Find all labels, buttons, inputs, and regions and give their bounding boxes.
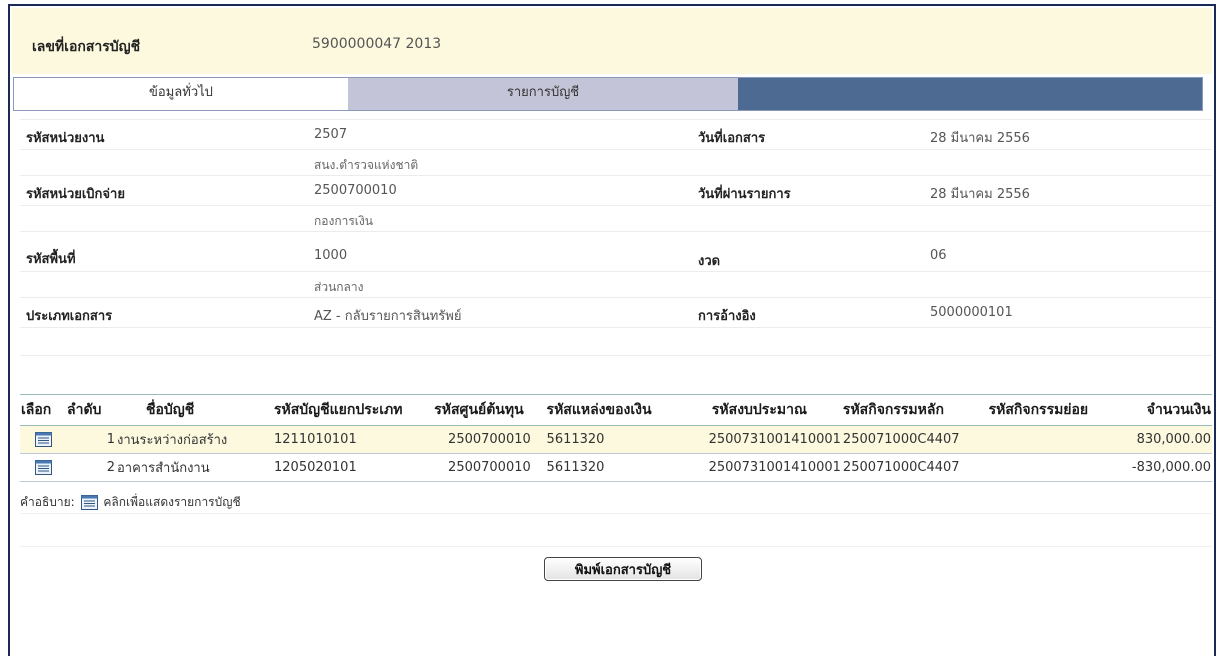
legend-prefix: คำอธิบาย:	[20, 495, 75, 509]
column-header-sub-activity: รหัสกิจกรรมย่อย	[987, 394, 1113, 426]
select-cell	[20, 425, 66, 454]
fund-source-cell: 5611320	[545, 453, 677, 482]
main-frame: เลขที่เอกสารบัญชี 5900000047 2013 ข้อมูล…	[8, 4, 1216, 656]
legend: คำอธิบาย: คลิกเพื่อแสดงรายการบัญชี	[20, 493, 241, 512]
order-cell: 2	[66, 453, 116, 482]
info-row-disbursing: รหัสหน่วยเบิกจ่าย 2500700010 วันที่ผ่านร…	[20, 175, 1212, 205]
tab-general-info[interactable]: ข้อมูลทั่วไป	[14, 78, 348, 110]
document-list-icon	[80, 495, 98, 510]
sub-activity-cell	[987, 453, 1113, 482]
column-header-cost-center: รหัสศูนย์ต้นทุน	[433, 394, 546, 426]
period-value: 06	[930, 248, 947, 263]
disbursing-unit-label: รหัสหน่วยเบิกจ่าย	[26, 187, 125, 202]
budget-code-cell: 2500731001410001	[676, 453, 842, 482]
main-activity-cell: 250071000C4407	[841, 453, 988, 482]
document-list-icon[interactable]	[34, 432, 52, 447]
info-row-agency: รหัสหน่วยงาน 2507 วันที่เอกสาร 28 มีนาคม…	[20, 119, 1212, 149]
account-name-cell: อาคารสำนักงาน	[116, 453, 273, 482]
info-row-disbursing-name: กองการเงิน	[20, 205, 1212, 231]
divider	[20, 513, 1212, 514]
document-date-value: 28 มีนาคม 2556	[930, 131, 1030, 146]
main-activity-cell: 250071000C4407	[841, 425, 988, 454]
table-header-row: เลือก ลำดับ ชื่อบัญชี รหัสบัญชีแยกประเภท…	[20, 394, 1212, 426]
period-label: งวด	[698, 254, 721, 269]
info-row-doc-type: ประเภทเอกสาร AZ - กลับรายการสินทรัพย์ กา…	[20, 297, 1212, 327]
posting-date-label: วันที่ผ่านรายการ	[698, 187, 791, 202]
document-number-label: เลขที่เอกสารบัญชี	[32, 39, 141, 55]
document-type-value: AZ - กลับรายการสินทรัพย์	[314, 309, 462, 324]
budget-code-cell: 2500731001410001	[676, 425, 842, 454]
info-row-area-name: ส่วนกลาง	[20, 271, 1212, 297]
area-code-value: 1000	[314, 248, 348, 263]
column-header-amount: จำนวนเงิน	[1112, 394, 1212, 426]
reference-value: 5000000101	[930, 305, 1013, 320]
amount-cell: -830,000.00	[1112, 453, 1212, 482]
disbursing-unit-code: 2500700010	[314, 183, 397, 198]
column-header-budget-code: รหัสงบประมาณ	[676, 394, 842, 426]
column-header-fund-source: รหัสแหล่งของเงิน	[545, 394, 677, 426]
document-date-label: วันที่เอกสาร	[698, 131, 766, 146]
agency-code-value: 2507	[314, 127, 348, 142]
tab-bar: ข้อมูลทั่วไป รายการบัญชี	[13, 77, 1203, 111]
info-row-empty	[20, 327, 1212, 355]
amount-cell: 830,000.00	[1112, 425, 1212, 454]
print-document-button[interactable]: พิมพ์เอกสารบัญชี	[544, 557, 702, 581]
column-header-select: เลือก	[20, 394, 66, 426]
gl-code-cell: 1205020101	[273, 453, 434, 482]
tab-account-items[interactable]: รายการบัญชี	[348, 78, 738, 110]
area-name-value: ส่วนกลาง	[314, 280, 364, 294]
table-row: 1 งานระหว่างก่อสร้าง 1211010101 25007000…	[20, 425, 1212, 454]
agency-code-label: รหัสหน่วยงาน	[26, 131, 105, 146]
info-panel-bottom-border	[20, 355, 1212, 356]
document-number-value: 5900000047 2013	[312, 36, 442, 52]
reference-label: การอ้างอิง	[698, 309, 756, 324]
info-row-agency-name: สนง.ตำรวจแห่งชาติ	[20, 149, 1212, 175]
divider	[20, 546, 1212, 547]
column-header-order: ลำดับ	[66, 394, 116, 426]
sub-activity-cell	[987, 425, 1113, 454]
gl-code-cell: 1211010101	[273, 425, 434, 454]
document-number-bar: เลขที่เอกสารบัญชี 5900000047 2013	[12, 8, 1212, 74]
fund-source-cell: 5611320	[545, 425, 677, 454]
legend-text: คลิกเพื่อแสดงรายการบัญชี	[103, 495, 241, 509]
column-header-main-activity: รหัสกิจกรรมหลัก	[841, 394, 988, 426]
column-header-account-name: ชื่อบัญชี	[116, 394, 273, 426]
document-type-label: ประเภทเอกสาร	[26, 309, 113, 324]
cost-center-cell: 2500700010	[433, 453, 546, 482]
disbursing-unit-name: กองการเงิน	[314, 214, 373, 228]
agency-name-value: สนง.ตำรวจแห่งชาติ	[314, 158, 419, 172]
document-list-icon[interactable]	[34, 460, 52, 475]
select-cell	[20, 453, 66, 482]
posting-date-value: 28 มีนาคม 2556	[930, 187, 1030, 202]
order-cell: 1	[66, 425, 116, 454]
info-row-area: รหัสพื้นที่ 1000 งวด 06	[20, 231, 1212, 271]
account-name-cell: งานระหว่างก่อสร้าง	[116, 425, 273, 454]
column-header-gl-code: รหัสบัญชีแยกประเภท	[273, 394, 434, 426]
area-code-label: รหัสพื้นที่	[26, 252, 76, 267]
cost-center-cell: 2500700010	[433, 425, 546, 454]
tab-bar-fill	[738, 78, 1202, 110]
table-row: 2 อาคารสำนักงาน 1205020101 2500700010 56…	[20, 453, 1212, 482]
account-items-table: เลือก ลำดับ ชื่อบัญชี รหัสบัญชีแยกประเภท…	[20, 394, 1212, 482]
